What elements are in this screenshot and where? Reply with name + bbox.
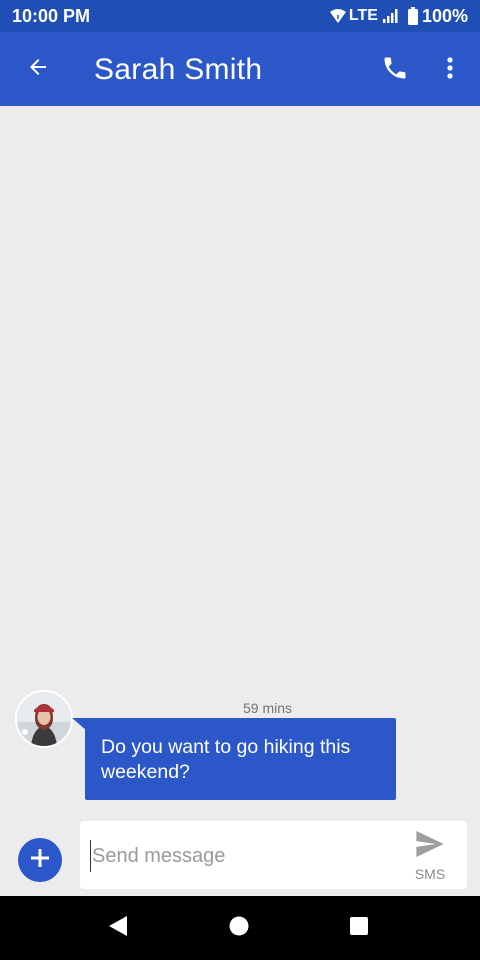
message-text: Do you want to go hiking this weekend?: [101, 736, 351, 783]
incoming-message-bubble[interactable]: Do you want to go hiking this weekend?: [85, 718, 396, 800]
more-options-button[interactable]: [432, 49, 468, 91]
system-nav-bar: [0, 896, 480, 960]
status-bar: 10:00 PM LTE 100%: [0, 0, 480, 32]
message-composer: SMS: [0, 814, 480, 896]
message-input-box: SMS: [80, 821, 467, 889]
status-time: 10:00 PM: [12, 5, 91, 26]
signal-icon: [382, 8, 398, 24]
back-button[interactable]: [18, 49, 58, 89]
messaging-screen: 10:00 PM LTE 100% Sarah Smith 59 mins Do…: [0, 0, 480, 960]
send-button[interactable]: SMS: [402, 831, 458, 885]
nav-home-button[interactable]: [219, 908, 259, 948]
battery-level: 100%: [421, 5, 468, 26]
call-button[interactable]: [374, 49, 416, 91]
status-icons: LTE 100%: [329, 6, 468, 27]
wifi-icon: [329, 8, 347, 24]
recents-square-icon: [349, 916, 369, 941]
home-circle-icon: [229, 916, 249, 941]
plus-icon: [29, 847, 51, 874]
app-bar: Sarah Smith: [0, 32, 480, 106]
phone-icon: [381, 54, 409, 87]
network-type: LTE: [348, 7, 378, 24]
contact-name-title: Sarah Smith: [94, 53, 263, 86]
conversation-area[interactable]: 59 mins Do you want to go hiking this we…: [0, 106, 480, 814]
nav-recents-button[interactable]: [339, 908, 379, 948]
message-timestamp: 59 mins: [242, 700, 293, 716]
more-vert-icon: [446, 56, 454, 85]
nav-back-button[interactable]: [98, 908, 138, 948]
arrow-back-icon: [26, 55, 50, 84]
back-triangle-icon: [107, 915, 129, 942]
send-icon: [415, 831, 445, 862]
send-mode-label: SMS: [414, 866, 446, 882]
contact-avatar[interactable]: [15, 690, 73, 748]
message-bubble-tail: [72, 718, 86, 730]
message-input[interactable]: [90, 840, 394, 872]
add-attachment-button[interactable]: [18, 838, 62, 882]
battery-icon: [407, 7, 418, 25]
